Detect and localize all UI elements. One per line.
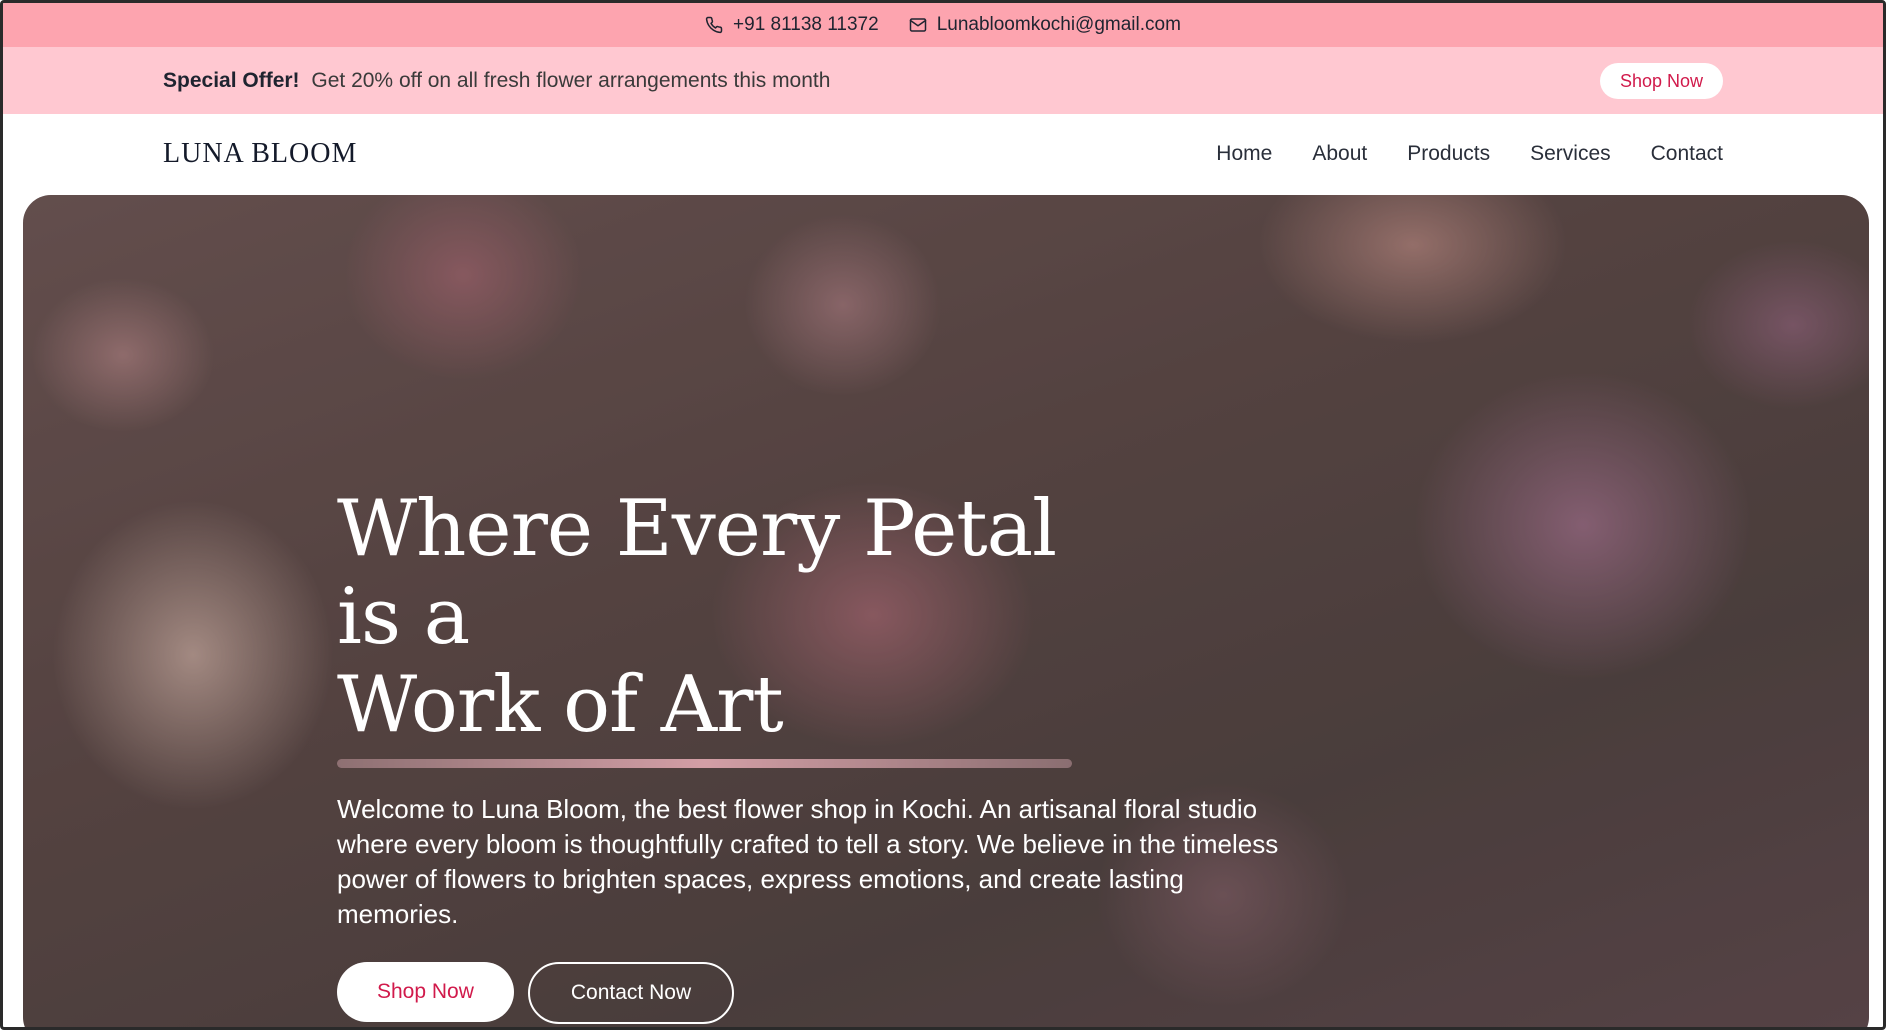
title-underline (337, 759, 1072, 768)
nav-item-home[interactable]: Home (1216, 142, 1272, 166)
phone-number: +91 81138 11372 (733, 14, 879, 35)
hero-title-line-1: Where Every Petal is a (337, 484, 1057, 662)
offer-text: Get 20% off on all fresh flower arrangem… (311, 68, 831, 92)
offer-banner: Special Offer! Get 20% off on all fresh … (3, 47, 1883, 114)
main-nav: LUNA BLOOM Home About Products Services … (3, 114, 1883, 196)
mail-icon (909, 18, 926, 32)
offer-shop-now-button[interactable]: Shop Now (1599, 63, 1723, 99)
phone-contact[interactable]: +91 81138 11372 (705, 14, 879, 36)
hero-content: Where Every Petal is a Work of Art Welco… (337, 485, 1297, 1024)
hero-shop-now-button[interactable]: Shop Now (337, 962, 514, 1022)
hero-contact-now-button[interactable]: Contact Now (527, 962, 735, 1024)
nav-menu: Home About Products Services Contact (1216, 142, 1723, 166)
hero-actions: Shop Now Contact Now (337, 962, 1297, 1024)
hero-section: Where Every Petal is a Work of Art Welco… (23, 195, 1869, 1027)
hero-title-line-2: Work of Art (337, 660, 784, 750)
nav-item-contact[interactable]: Contact (1651, 142, 1723, 166)
contact-bar: +91 81138 11372 Lunabloomkochi@gmail.com (3, 3, 1883, 47)
page-frame: +91 81138 11372 Lunabloomkochi@gmail.com… (0, 0, 1886, 1030)
logo[interactable]: LUNA BLOOM (163, 138, 357, 170)
nav-item-products[interactable]: Products (1407, 142, 1490, 166)
email-contact[interactable]: Lunabloomkochi@gmail.com (909, 14, 1181, 36)
hero-description: Welcome to Luna Bloom, the best flower s… (337, 794, 1279, 929)
phone-icon (705, 16, 723, 34)
nav-item-services[interactable]: Services (1530, 142, 1611, 166)
offer-text-group: Special Offer! Get 20% off on all fresh … (163, 69, 830, 93)
nav-item-about[interactable]: About (1312, 142, 1367, 166)
offer-label: Special Offer! (163, 68, 300, 92)
hero-title: Where Every Petal is a Work of Art (337, 485, 1137, 749)
email-address: Lunabloomkochi@gmail.com (936, 14, 1181, 35)
